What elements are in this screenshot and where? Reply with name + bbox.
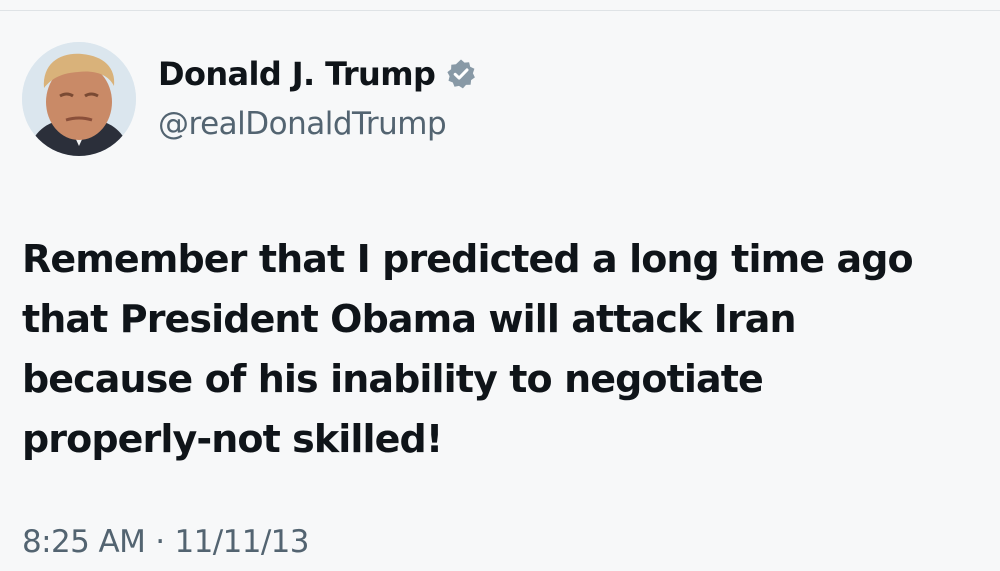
timestamp-separator: · <box>155 524 165 560</box>
verified-badge-icon <box>445 58 477 90</box>
tweet-time: 8:25 AM <box>22 524 146 560</box>
profile-avatar[interactable] <box>22 42 136 156</box>
top-divider <box>0 10 1000 11</box>
tweet-text-line: Remember that I predicted a long time ag… <box>22 237 914 281</box>
tweet-timestamp[interactable]: 8:25 AM · 11/11/13 <box>22 524 310 560</box>
user-handle[interactable]: @realDonaldTrump <box>158 106 477 142</box>
display-name[interactable]: Donald J. Trump <box>158 55 436 93</box>
author-block: Donald J. Trump @realDonaldTrump <box>158 52 477 142</box>
name-row: Donald J. Trump <box>158 52 477 96</box>
tweet-text-line: because of his inability to negotiate <box>22 357 764 401</box>
tweet-text-line: that President Obama will attack Iran <box>22 297 797 341</box>
tweet-date: 11/11/13 <box>174 524 310 560</box>
tweet-text-line: properly-not skilled! <box>22 417 443 461</box>
tweet-screenshot: Donald J. Trump @realDonaldTrump Remembe… <box>0 0 1000 571</box>
avatar-photo-icon <box>22 42 136 156</box>
tweet-body: Remember that I predicted a long time ag… <box>22 229 982 469</box>
